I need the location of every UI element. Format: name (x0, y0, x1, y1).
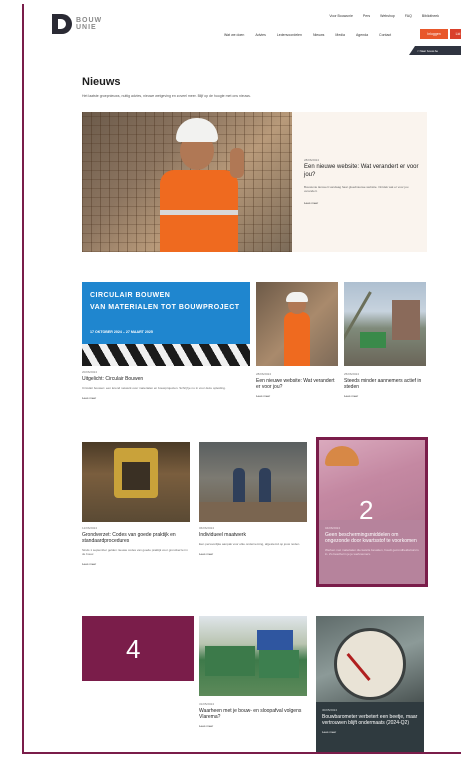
article-image[interactable] (316, 616, 424, 702)
article-date: 20/06/2024 (82, 370, 98, 374)
highlighted-card-marker-4[interactable]: 4 (82, 616, 194, 681)
marker-number: 2 (359, 495, 374, 525)
article-date: 04/06/2024 (325, 526, 341, 530)
top-link-pers[interactable]: Pers (363, 14, 370, 18)
news-card-nieuwe-website[interactable]: 28/06/2024 Een nieuwe website: Wat veran… (256, 282, 338, 412)
logo-mark-icon (52, 14, 72, 34)
article-image[interactable] (82, 442, 190, 522)
nav-item-contact[interactable]: Contact (379, 33, 391, 37)
article-image[interactable] (199, 442, 307, 522)
logo-text-line1: BOUW (76, 17, 103, 24)
news-card-circulair-bouwen[interactable]: CIRCULAIR BOUWEN VAN MATERIALEN TOT BOUW… (82, 282, 250, 432)
news-card-grondverzet[interactable]: 12/06/2024 Grondverzet: Codes van goede … (82, 442, 190, 592)
member-button[interactable]: Lid (450, 29, 461, 39)
top-links: Voor Bouwunie Pers Webshop FAQ Bibliothe… (329, 14, 439, 18)
article-description: Sinds 1 september gelden nieuwe codes va… (82, 548, 188, 557)
article-image[interactable] (199, 616, 307, 696)
article-description: Werken met materialen die kwarts bevatte… (325, 548, 419, 557)
article-title[interactable]: Grondverzet: Codes van goede praktijk en… (82, 532, 190, 544)
featured-article[interactable]: 28/06/2024 Een nieuwe website: Wat veran… (82, 112, 427, 252)
read-more-link[interactable]: Lees meer (256, 394, 338, 398)
login-button[interactable]: Inloggen (420, 29, 448, 39)
article-date: 28/06/2024 (304, 158, 320, 162)
banner-dates: 17 OKTOBER 2024 – 27 MAART 2025 (90, 330, 153, 334)
banner-line1: CIRCULAIR BOUWEN (90, 292, 171, 299)
article-title[interactable]: Steeds minder aannemers actief in steden (344, 378, 426, 390)
featured-article-title[interactable]: Een nieuwe website: Wat verandert er voo… (304, 164, 420, 179)
read-more-link[interactable]: Lees meer (82, 396, 250, 400)
bouwunie-logo[interactable]: BOUW UNIE (52, 14, 102, 34)
article-title[interactable]: Individueel maatwerk (199, 532, 307, 538)
marker-number: 4 (126, 634, 141, 664)
featured-article-image[interactable] (82, 112, 292, 252)
browser-page: BOUW UNIE Voor Bouwunie Pers Webshop FAQ… (22, 4, 461, 754)
news-card-minder-aannemers[interactable]: 25/06/2024 Steeds minder aannemers actie… (344, 282, 426, 412)
nav-item-nieuws[interactable]: Nieuws (313, 33, 324, 37)
circulair-bouwen-banner[interactable]: CIRCULAIR BOUWEN VAN MATERIALEN TOT BOUW… (82, 282, 250, 366)
article-title[interactable]: Waarheen met je bouw- en sloopafval volg… (199, 708, 307, 720)
top-link-webshop[interactable]: Webshop (380, 14, 395, 18)
highlighted-card-marker-2[interactable]: 2 04/06/2024 Geen beschermingsmiddelen o… (316, 437, 428, 587)
featured-article-text: 28/06/2024 Een nieuwe website: Wat veran… (304, 158, 420, 205)
gauge-icon (334, 628, 406, 700)
read-more-link[interactable]: Lees meer (304, 201, 420, 205)
top-link-faq[interactable]: FAQ (405, 14, 412, 18)
article-description: Circulair bouwen: een lerend netwerk ove… (82, 386, 226, 391)
page-intro: Het laatste groepnieuws, nuttig advies, … (82, 94, 251, 98)
nav-item-ledenvoordelen[interactable]: Ledenvoordelen (277, 33, 302, 37)
article-title[interactable]: Bouwbarometer verbetert een beetje, maar… (322, 714, 418, 726)
featured-article-description: Bouwunie lanceert vandaag haar gloednieu… (304, 185, 409, 193)
article-title[interactable]: Geen beschermingsmiddelen om ongezonde d… (325, 532, 421, 544)
article-date: 31/05/2024 (199, 702, 215, 706)
top-link-voor-bouwunie[interactable]: Voor Bouwunie (329, 14, 353, 18)
banner-line2: VAN MATERIALEN TOT BOUWPROJECT (90, 304, 240, 311)
page-title: Nieuws (82, 76, 121, 88)
nav-item-agenda[interactable]: Agenda (356, 33, 368, 37)
nav-item-media[interactable]: Media (335, 33, 345, 37)
read-more-link[interactable]: Lees meer (199, 552, 307, 556)
article-date: 12/06/2024 (82, 526, 98, 530)
article-description: Een persoonlijke aanpak voor elke ondern… (199, 542, 301, 547)
article-date: 28/06/2024 (256, 372, 272, 376)
news-card-bouwbarometer[interactable]: 30/05/2024 Bouwbarometer verbetert een b… (316, 616, 424, 752)
article-title[interactable]: Uitgelicht: Circulair Bouwen (82, 376, 250, 382)
site-header: BOUW UNIE Voor Bouwunie Pers Webshop FAQ… (24, 4, 461, 46)
logo-text-line2: UNIE (76, 24, 97, 31)
article-date: 30/05/2024 (322, 708, 338, 712)
nav-item-advies[interactable]: Advies (255, 33, 266, 37)
main-nav: Wat we doen Advies Ledenvoordelen Nieuws… (224, 33, 391, 37)
read-more-link[interactable]: Lees meer (82, 562, 190, 566)
article-date: 06/06/2024 (199, 526, 215, 530)
read-more-link[interactable]: Lees meer (199, 724, 307, 728)
read-more-link[interactable]: Lees meer (322, 730, 418, 734)
read-more-link[interactable]: Lees meer (344, 394, 426, 398)
news-card-individueel-maatwerk[interactable]: 06/06/2024 Individueel maatwerk Een pers… (199, 442, 307, 592)
external-site-ribbon[interactable]: < Naar bouw.be (409, 46, 461, 55)
top-link-bibliotheek[interactable]: Bibliotheek (422, 14, 439, 18)
article-title[interactable]: Een nieuwe website: Wat verandert er voo… (256, 378, 338, 390)
article-date: 25/06/2024 (344, 372, 360, 376)
article-image[interactable] (344, 282, 426, 366)
nav-item-wat-we-doen[interactable]: Wat we doen (224, 33, 244, 37)
news-card-bouw-sloopafval[interactable]: 31/05/2024 Waarheen met je bouw- en sloo… (199, 616, 307, 744)
article-image[interactable] (256, 282, 338, 366)
